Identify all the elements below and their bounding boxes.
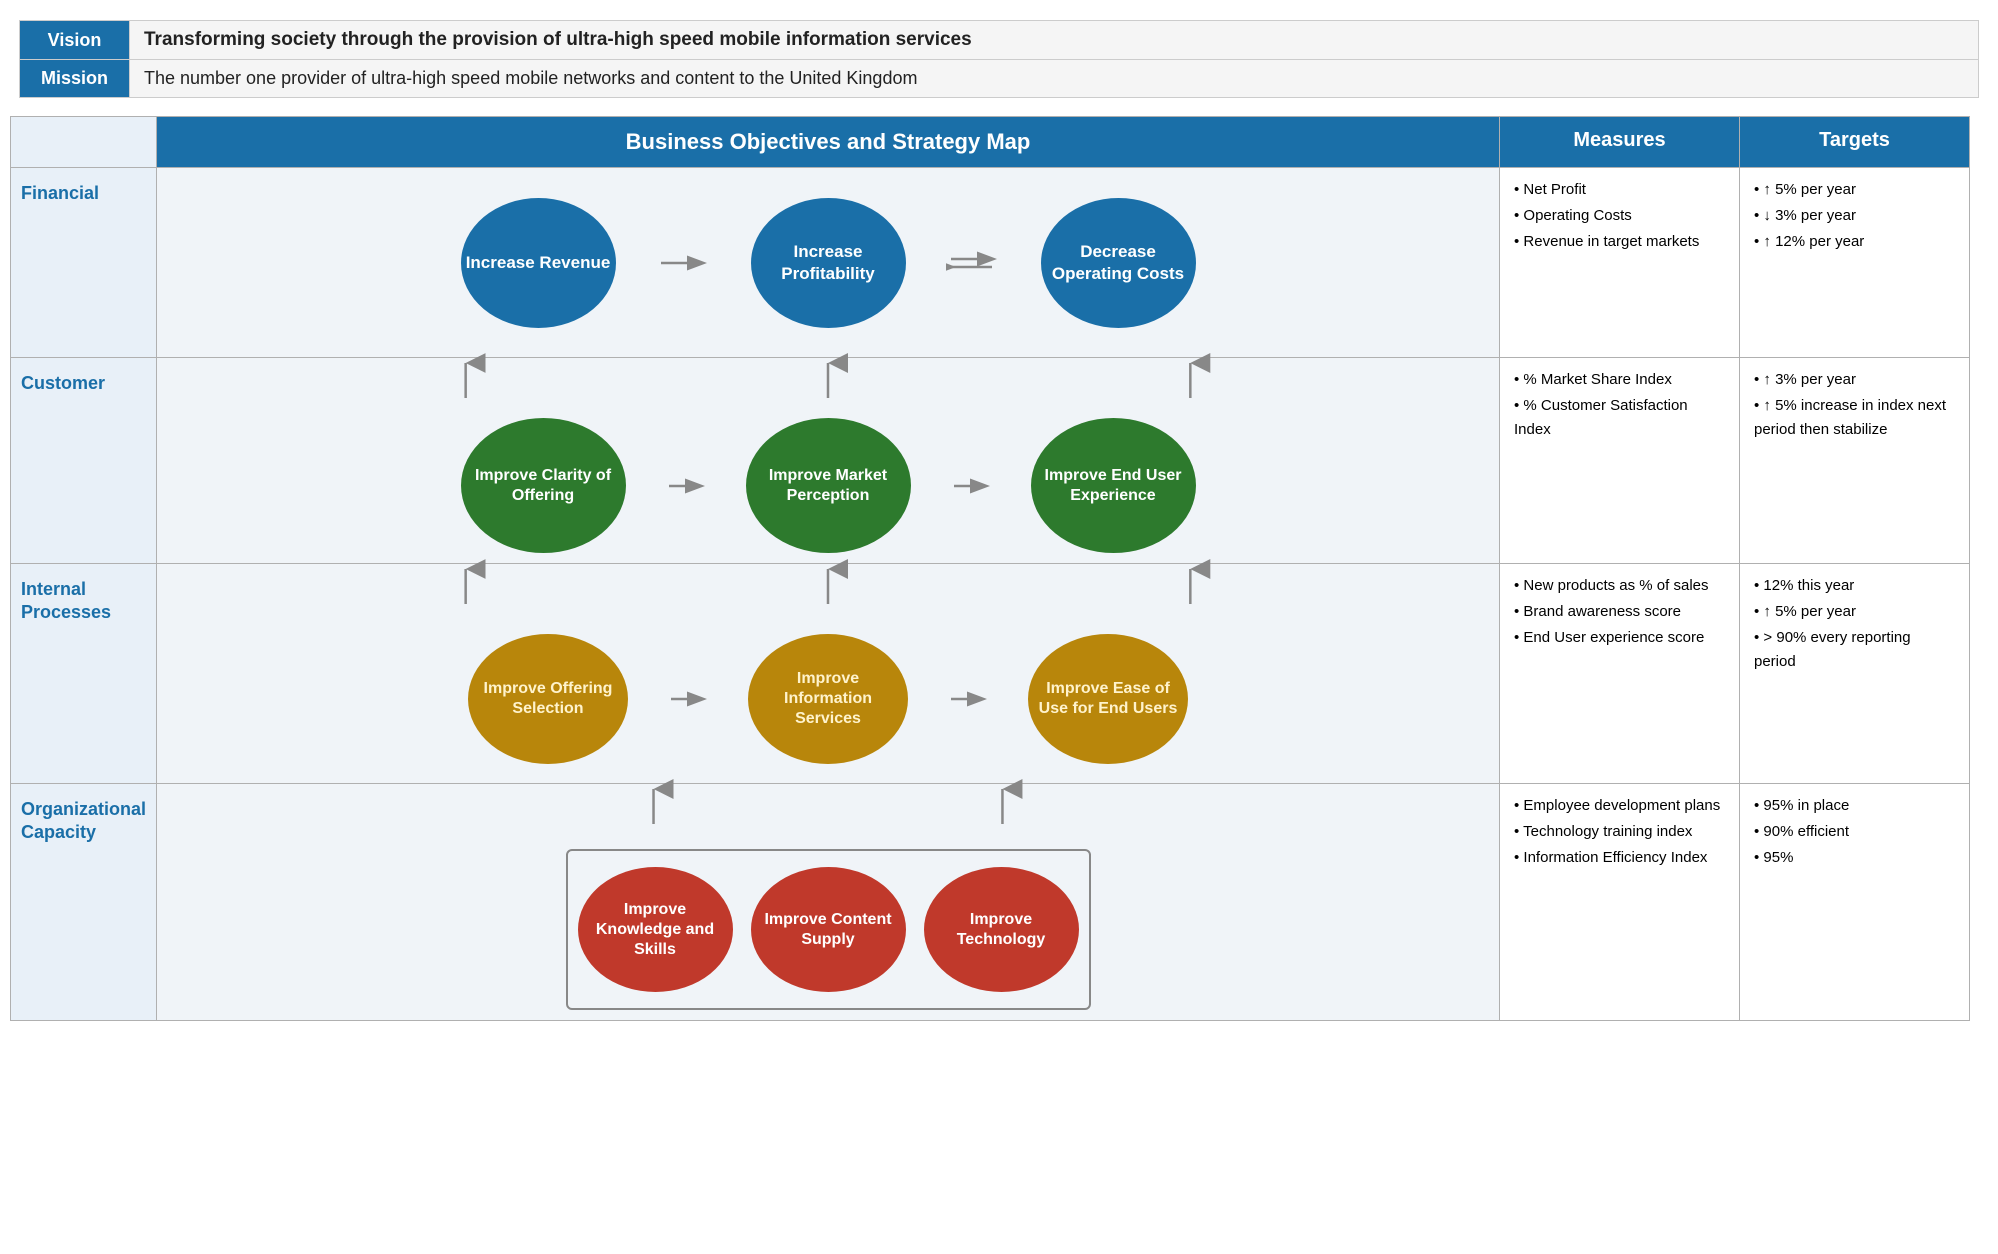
financial-measure-3: Revenue in target markets — [1514, 230, 1725, 254]
org-measures-cell: Employee development plans Technology tr… — [1500, 784, 1740, 1021]
vision-row: Vision Transforming society through the … — [20, 21, 1979, 60]
financial-measures-list: Net Profit Operating Costs Revenue in ta… — [1514, 178, 1725, 254]
financial-measure-2: Operating Costs — [1514, 204, 1725, 228]
org-map-cell: Improve Knowledge and Skills Improve Con… — [157, 784, 1500, 1021]
map-header: Business Objectives and Strategy Map — [157, 117, 1500, 168]
internal-map-section: Improve Offering Selection Improve Infor… — [165, 574, 1491, 773]
customer-measures-cell: % Market Share Index % Customer Satisfac… — [1500, 358, 1740, 564]
org-capacity-box: Improve Knowledge and Skills Improve Con… — [566, 849, 1091, 1010]
org-map-section: Improve Knowledge and Skills Improve Con… — [165, 794, 1491, 1010]
org-measure-3: Information Efficiency Index — [1514, 846, 1725, 870]
internal-targets-list: 12% this year ↑ 5% per year > 90% every … — [1754, 574, 1955, 674]
financial-measures-cell: Net Profit Operating Costs Revenue in ta… — [1500, 168, 1740, 358]
financial-map-section: Increase Revenue Increase Profitability — [165, 178, 1491, 347]
measures-header: Measures — [1500, 117, 1740, 168]
org-measure-1: Employee development plans — [1514, 794, 1725, 818]
mission-label: Mission — [20, 60, 130, 98]
org-measure-2: Technology training index — [1514, 820, 1725, 844]
increase-revenue-ellipse: Increase Revenue — [461, 198, 616, 328]
customer-measure-2: % Customer Satisfaction Index — [1514, 394, 1725, 442]
org-label: Organizational Capacity — [21, 799, 146, 842]
strategy-map-table: Business Objectives and Strategy Map Mea… — [10, 116, 1970, 1021]
customer-targets-cell: ↑ 3% per year ↑ 5% increase in index nex… — [1740, 358, 1970, 564]
improve-knowledge-ellipse: Improve Knowledge and Skills — [578, 867, 733, 992]
customer-label: Customer — [21, 373, 105, 393]
customer-map-section: Improve Clarity of Offering Improve Mark… — [165, 368, 1491, 553]
internal-targets-cell: 12% this year ↑ 5% per year > 90% every … — [1740, 564, 1970, 784]
internal-ellipses-row: Improve Offering Selection Improve Infor… — [468, 634, 1188, 764]
financial-ellipses-row: Increase Revenue Increase Profitability — [461, 198, 1196, 328]
improve-ease-ellipse: Improve Ease of Use for End Users — [1028, 634, 1188, 764]
financial-targets-list: ↑ 5% per year ↓ 3% per year ↑ 12% per ye… — [1754, 178, 1955, 254]
arrow-prof-to-costs — [946, 243, 1001, 283]
internal-measure-3: End User experience score — [1514, 626, 1725, 650]
improve-market-ellipse: Improve Market Perception — [746, 418, 911, 553]
internal-target-3: > 90% every reporting period — [1754, 626, 1955, 674]
org-target-2: 90% efficient — [1754, 820, 1955, 844]
arrow-clarity-to-market — [666, 466, 706, 506]
improve-offering-ellipse: Improve Offering Selection — [468, 634, 628, 764]
improve-technology-ellipse: Improve Technology — [924, 867, 1079, 992]
org-targets-cell: 95% in place 90% efficient 95% — [1740, 784, 1970, 1021]
financial-target-3: ↑ 12% per year — [1754, 230, 1955, 254]
financial-map-cell: Increase Revenue Increase Profitability — [157, 168, 1500, 358]
customer-row: Customer Im — [11, 358, 1970, 564]
internal-target-2: ↑ 5% per year — [1754, 600, 1955, 624]
org-row: Organizational Capacity Improve Knowledg… — [11, 784, 1970, 1021]
customer-target-1: ↑ 3% per year — [1754, 368, 1955, 392]
mission-row: Mission The number one provider of ultra… — [20, 60, 1979, 98]
internal-measure-1: New products as % of sales — [1514, 574, 1725, 598]
financial-row: Financial Increase Revenue — [11, 168, 1970, 358]
customer-targets-list: ↑ 3% per year ↑ 5% increase in index nex… — [1754, 368, 1955, 442]
internal-measures-cell: New products as % of sales Brand awarene… — [1500, 564, 1740, 784]
financial-measure-1: Net Profit — [1514, 178, 1725, 202]
org-label-cell: Organizational Capacity — [11, 784, 157, 1021]
internal-label: Internal Processes — [21, 579, 111, 622]
internal-measure-2: Brand awareness score — [1514, 600, 1725, 624]
improve-clarity-ellipse: Improve Clarity of Offering — [461, 418, 626, 553]
customer-map-cell: Improve Clarity of Offering Improve Mark… — [157, 358, 1500, 564]
financial-target-2: ↓ 3% per year — [1754, 204, 1955, 228]
internal-target-1: 12% this year — [1754, 574, 1955, 598]
financial-targets-cell: ↑ 5% per year ↓ 3% per year ↑ 12% per ye… — [1740, 168, 1970, 358]
arrow-offer-to-info — [668, 679, 708, 719]
mission-text: The number one provider of ultra-high sp… — [130, 60, 1979, 98]
arrow-market-to-enduser — [951, 466, 991, 506]
improve-enduser-ellipse: Improve End User Experience — [1031, 418, 1196, 553]
arrow-info-to-ease — [948, 679, 988, 719]
internal-label-cell: Internal Processes — [11, 564, 157, 784]
header-row: Business Objectives and Strategy Map Mea… — [11, 117, 1970, 168]
internal-row: Internal Processes Improve Offering Sele… — [11, 564, 1970, 784]
customer-ellipses-row: Improve Clarity of Offering Improve Mark… — [461, 418, 1196, 553]
vision-label: Vision — [20, 21, 130, 60]
internal-map-cell: Improve Offering Selection Improve Infor… — [157, 564, 1500, 784]
org-targets-list: 95% in place 90% efficient 95% — [1754, 794, 1955, 870]
internal-measures-list: New products as % of sales Brand awarene… — [1514, 574, 1725, 650]
financial-target-1: ↑ 5% per year — [1754, 178, 1955, 202]
customer-measure-1: % Market Share Index — [1514, 368, 1725, 392]
targets-header: Targets — [1740, 117, 1970, 168]
increase-profitability-ellipse: Increase Profitability — [751, 198, 906, 328]
financial-label: Financial — [21, 183, 99, 203]
improve-content-ellipse: Improve Content Supply — [751, 867, 906, 992]
customer-label-cell: Customer — [11, 358, 157, 564]
financial-label-cell: Financial — [11, 168, 157, 358]
org-target-1: 95% in place — [1754, 794, 1955, 818]
org-measures-list: Employee development plans Technology tr… — [1514, 794, 1725, 870]
decrease-costs-ellipse: Decrease Operating Costs — [1041, 198, 1196, 328]
customer-measures-list: % Market Share Index % Customer Satisfac… — [1514, 368, 1725, 442]
vision-text: Transforming society through the provisi… — [130, 21, 1979, 60]
improve-info-ellipse: Improve Information Services — [748, 634, 908, 764]
customer-target-2: ↑ 5% increase in index next period then … — [1754, 394, 1955, 442]
outer-table: Vision Transforming society through the … — [19, 20, 1979, 98]
arrow-rev-to-prof — [656, 243, 711, 283]
org-target-3: 95% — [1754, 846, 1955, 870]
